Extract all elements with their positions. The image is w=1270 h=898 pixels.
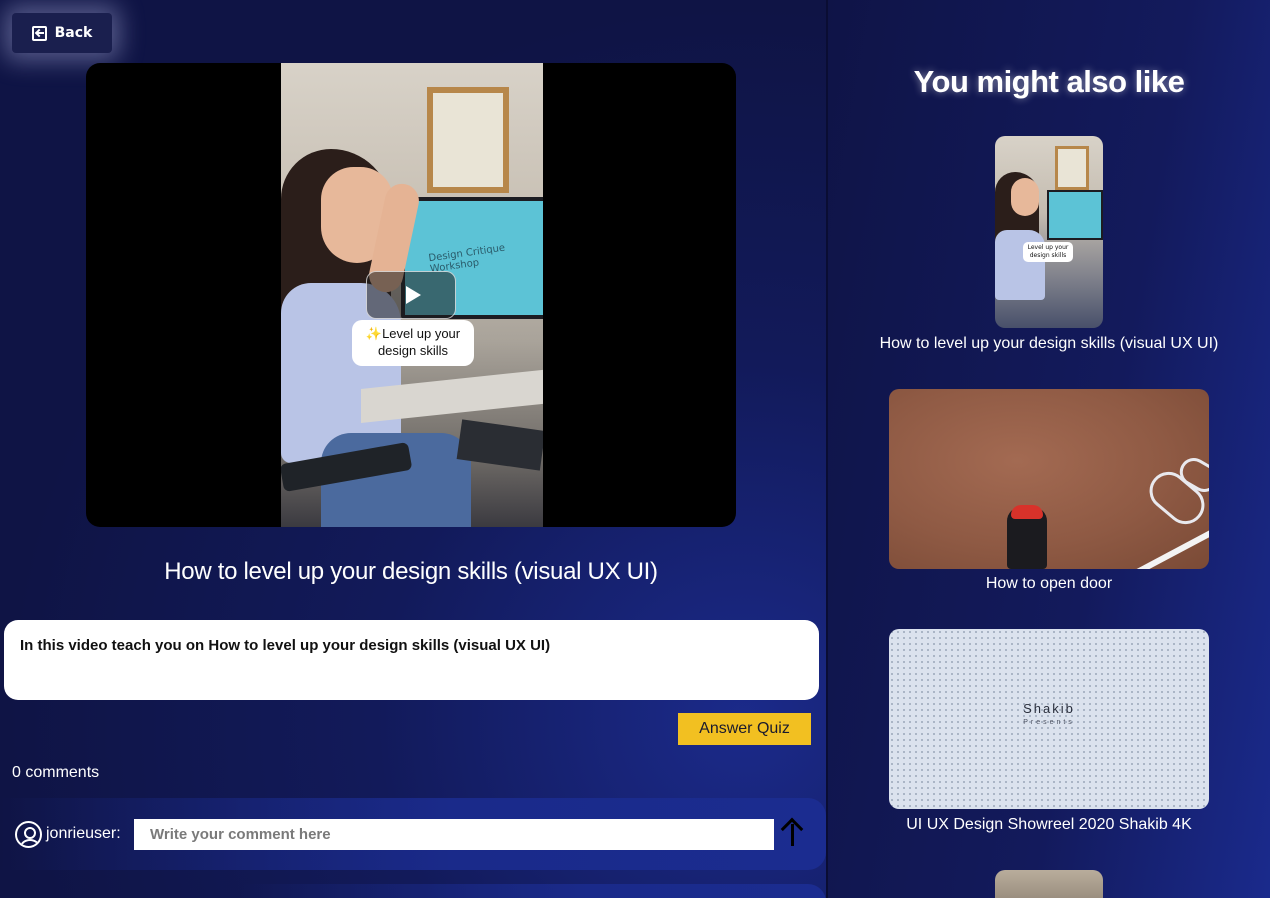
suggestion-title[interactable]: How to level up your design skills (visu… <box>828 335 1270 353</box>
sparkle-icon: ✨ <box>365 326 383 341</box>
video-title: How to level up your design skills (visu… <box>164 558 658 585</box>
thumb-title: Shakib <box>1023 701 1075 716</box>
comment-input[interactable] <box>134 819 774 850</box>
comments-count: 0 comments <box>12 764 100 781</box>
back-button[interactable]: Back <box>12 13 112 53</box>
thumb-wall-picture <box>1055 146 1089 190</box>
suggestion-title[interactable]: UI UX Design Showreel 2020 Shakib 4K <box>828 816 1270 834</box>
thumb-monitor <box>1047 190 1103 240</box>
thumb-person-face <box>1011 178 1039 216</box>
thumb-subtitle: Presents <box>1023 719 1075 726</box>
thumb-door-bar <box>1129 525 1209 569</box>
comment-list-background <box>240 884 826 898</box>
play-button[interactable] <box>366 271 456 319</box>
thumb-person-shirt <box>995 230 1045 300</box>
suggestions-panel: You might also like Level up your design… <box>828 0 1270 898</box>
suggestions-title: You might also like <box>913 64 1185 99</box>
thumb-caption: Level up your design skills <box>1023 242 1073 262</box>
back-button-label: Back <box>54 25 93 41</box>
comment-username: jonrieuser: <box>46 825 121 842</box>
send-comment-button[interactable] <box>779 817 807 848</box>
arrow-left-square-icon <box>31 25 47 41</box>
video-description-text: In this video teach you on How to level … <box>20 637 551 654</box>
suggestion-thumbnail[interactable]: Shakib Presents <box>889 629 1209 809</box>
suggestion-thumbnail[interactable] <box>889 389 1209 569</box>
arrow-up-icon-head <box>780 817 804 841</box>
video-caption-text: Level up your design skills <box>377 326 461 358</box>
suggestion-thumbnail[interactable]: Level up your design skills <box>995 136 1103 328</box>
suggestion-thumbnail[interactable] <box>995 870 1103 898</box>
video-player[interactable]: Design Critique Workshop ✨Level up your … <box>86 63 736 527</box>
play-icon <box>405 286 421 304</box>
answer-quiz-button[interactable]: Answer Quiz <box>678 713 811 745</box>
video-description: In this video teach you on How to level … <box>4 620 819 700</box>
video-caption-bubble: ✨Level up your design skills <box>352 320 474 366</box>
thumb-sock-toe <box>1011 505 1043 519</box>
user-avatar-icon <box>15 821 42 848</box>
suggestion-title[interactable]: How to open door <box>828 575 1270 593</box>
wall-picture <box>427 87 509 193</box>
